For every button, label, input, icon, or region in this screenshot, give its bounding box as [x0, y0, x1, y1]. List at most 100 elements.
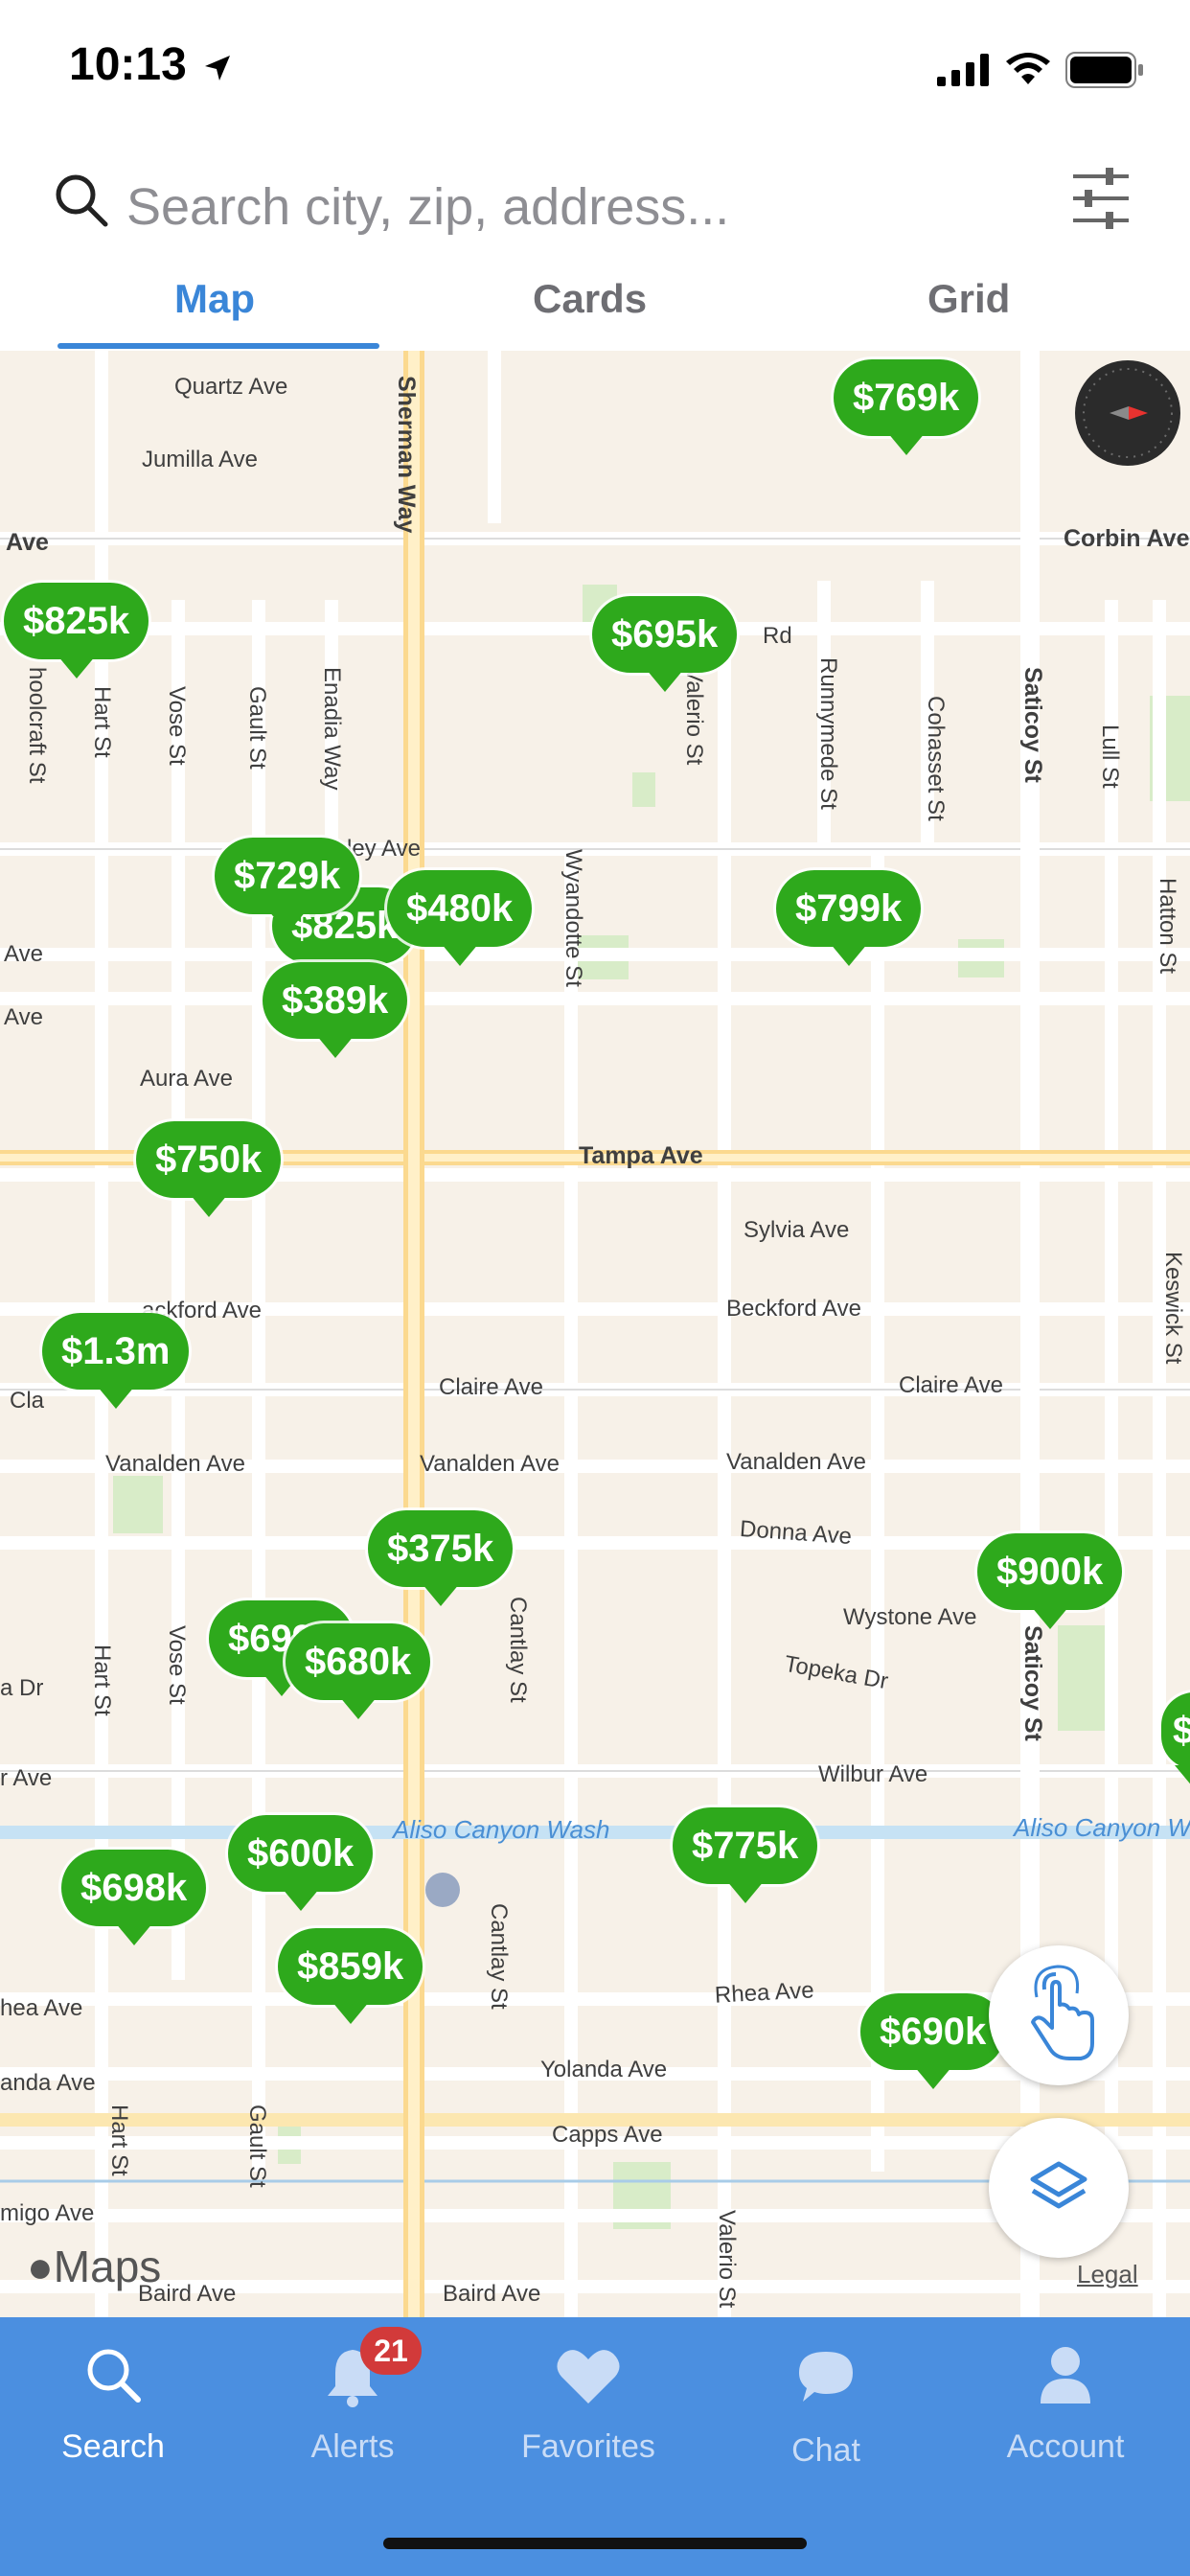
price-pin[interactable]: $900k — [977, 1533, 1123, 1629]
nav-chat[interactable]: Chat — [730, 2331, 922, 2469]
street-label: Wystone Ave — [843, 1604, 977, 1630]
price-pin[interactable]: $799k — [776, 870, 922, 966]
street-label: ley Ave — [347, 836, 421, 862]
status-time: 10:13 — [69, 39, 187, 90]
street-label: Cantlay St — [486, 1903, 512, 2010]
street-label: Vose St — [164, 1625, 190, 1705]
battery-icon — [1065, 52, 1143, 88]
nav-favorites[interactable]: Favorites — [492, 2331, 684, 2465]
street-label: Ave — [6, 529, 49, 556]
compass-icon — [1083, 368, 1173, 458]
street-label: migo Ave — [0, 2200, 95, 2226]
signal-icon — [937, 54, 989, 86]
street-label: Aliso Canyon Wash — [393, 1815, 610, 1844]
search-icon — [56, 174, 108, 227]
street-label: Cohasset St — [923, 696, 949, 821]
street-label: Wilbur Ave — [818, 1761, 928, 1787]
search-input[interactable] — [125, 172, 991, 242]
draw-search-button[interactable] — [989, 1945, 1129, 2085]
street-label: Vanalden Ave — [726, 1449, 866, 1475]
street-label: Claire Ave — [439, 1374, 543, 1400]
street-label: Aura Ave — [140, 1066, 233, 1092]
account-person-icon — [1041, 2347, 1090, 2404]
street-label: r Ave — [0, 1765, 53, 1791]
hand-pointer-icon — [1031, 1965, 1094, 2060]
price-pin[interactable]: $769k — [834, 359, 979, 455]
tab-cards[interactable]: Cards — [533, 276, 647, 322]
heart-icon — [557, 2350, 620, 2404]
street-label: Runnymede St — [815, 657, 841, 810]
street-label: Enadia Way — [319, 667, 345, 791]
alerts-badge: 21 — [360, 2327, 422, 2375]
street-label: Rd — [763, 623, 792, 649]
apple-icon: ● — [27, 2242, 54, 2291]
view-tabs: Map Cards Grid — [0, 268, 1190, 351]
street-label: Lull St — [1097, 724, 1123, 789]
filter-sliders-icon[interactable] — [1071, 167, 1131, 230]
price-pin[interactable]: $480k — [387, 870, 533, 966]
active-tab-indicator — [57, 343, 379, 349]
street-label: Corbin Ave — [1064, 525, 1190, 552]
street-label: Cla — [10, 1388, 45, 1414]
street-label: Vose St — [164, 686, 190, 766]
price-pin[interactable]: $775k — [673, 1807, 818, 1903]
street-label: Valerio St — [714, 2210, 740, 2309]
street-label: Claire Ave — [899, 1372, 1003, 1398]
street-label: hea Ave — [0, 1995, 83, 2021]
compass[interactable] — [1075, 360, 1180, 466]
price-pin[interactable]: $1.3m — [42, 1313, 190, 1409]
street-label: Hart St — [89, 1644, 115, 1716]
street-label: Capps Ave — [552, 2122, 663, 2148]
search-icon — [87, 2349, 141, 2403]
nav-account[interactable]: Account — [970, 2331, 1161, 2465]
search-bar — [0, 134, 1190, 268]
street-label: Keswick St — [1160, 1252, 1186, 1365]
street-label: Valerio St — [681, 667, 707, 766]
map-view[interactable]: Quartz Ave Jumilla Ave Sherman Way Ave C… — [0, 351, 1190, 2317]
nav-search[interactable]: Search — [17, 2331, 209, 2465]
price-pin[interactable]: $375k — [368, 1510, 514, 1606]
nav-label: Favorites — [521, 2428, 655, 2465]
price-pin[interactable]: $859k — [278, 1928, 423, 2024]
map-layers-button[interactable] — [989, 2118, 1129, 2258]
maps-attribution: ●Maps — [27, 2242, 162, 2291]
price-pin[interactable]: $680k — [286, 1623, 431, 1719]
price-pin[interactable]: $695k — [592, 596, 738, 692]
street-label: Rhea Ave — [714, 1977, 815, 2009]
price-pin[interactable]: $698k — [61, 1850, 207, 1945]
street-label: Ave — [4, 1004, 43, 1030]
price-pin[interactable]: $750k — [136, 1121, 282, 1217]
street-label: Beckford Ave — [726, 1296, 861, 1322]
street-label: Vanalden Ave — [105, 1451, 245, 1477]
tab-grid[interactable]: Grid — [927, 276, 1010, 322]
chat-bubble-icon — [799, 2352, 853, 2402]
street-label: Vanalden Ave — [420, 1451, 560, 1477]
street-label: hoolcraft St — [24, 667, 50, 784]
street-label: Sylvia Ave — [744, 1217, 850, 1243]
street-label: Gault St — [244, 2104, 270, 2188]
street-label: Baird Ave — [443, 2281, 541, 2307]
location-arrow-icon — [205, 56, 230, 80]
wifi-icon — [1006, 53, 1050, 84]
home-indicator — [383, 2538, 807, 2549]
layers-icon — [1030, 2161, 1087, 2209]
nav-label: Account — [1006, 2428, 1125, 2465]
legal-link[interactable]: Legal — [1077, 2260, 1138, 2289]
price-pin[interactable]: $600k — [228, 1815, 374, 1911]
street-label: Gault St — [244, 686, 270, 770]
price-pin[interactable]: $389k — [263, 962, 408, 1058]
tab-map[interactable]: Map — [174, 276, 255, 322]
price-pin[interactable]: $729k — [215, 838, 360, 933]
street-label: Tampa Ave — [579, 1142, 703, 1169]
price-pin[interactable]: $690k — [860, 1993, 1006, 2089]
street-label: Jumilla Ave — [142, 447, 258, 472]
street-label: Cantlay St — [505, 1597, 531, 1703]
street-label: Yolanda Ave — [540, 2057, 668, 2082]
price-pin[interactable]: $825k — [4, 583, 149, 678]
street-label: Aliso Canyon Wash — [1014, 1813, 1190, 1842]
street-label: Wyandotte St — [561, 849, 586, 987]
street-label: Hart St — [89, 686, 115, 758]
street-label: Sherman Way — [393, 376, 420, 534]
street-label: Saticoy St — [1019, 667, 1046, 783]
street-label: anda Ave — [0, 2070, 96, 2096]
